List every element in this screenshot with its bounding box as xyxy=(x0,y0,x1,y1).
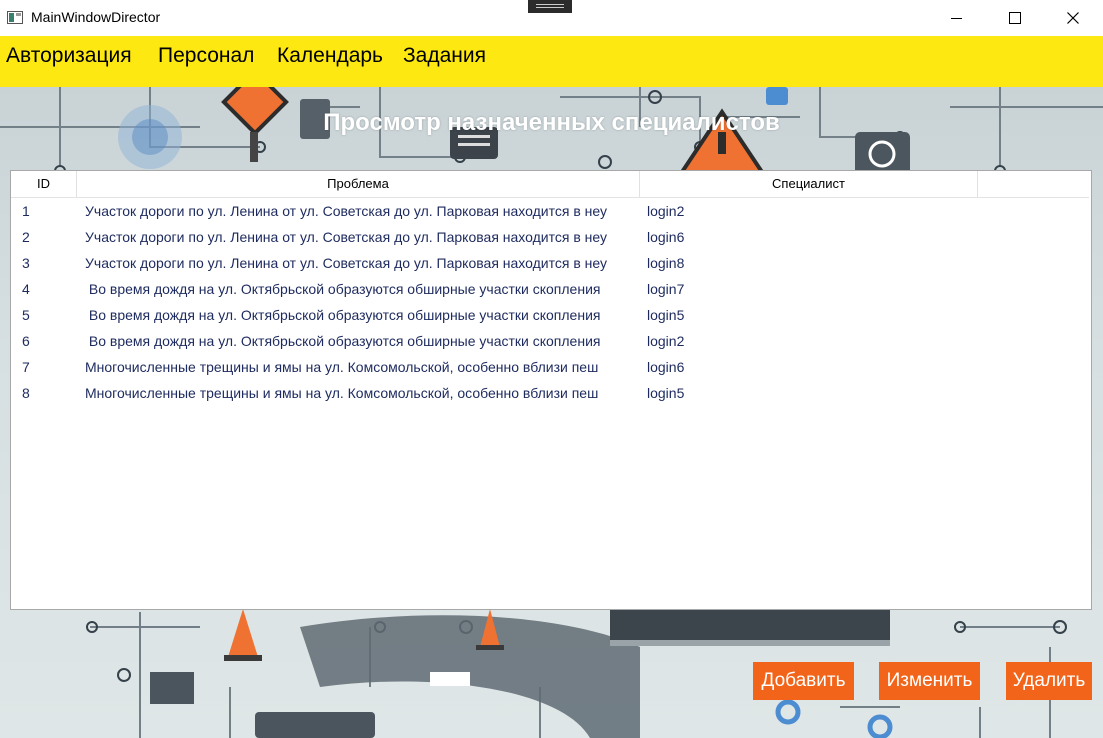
cell-problem: Многочисленные трещины и ямы на ул. Комс… xyxy=(85,385,599,401)
cell-specialist: login5 xyxy=(647,385,685,401)
cell-id: 8 xyxy=(22,385,30,401)
close-button[interactable] xyxy=(1050,0,1096,36)
table-row[interactable]: 8 Многочисленные трещины и ямы на ул. Ко… xyxy=(11,380,1087,406)
cell-id: 2 xyxy=(22,229,30,245)
column-header-id[interactable]: ID xyxy=(11,171,77,197)
table-row[interactable]: 5 Во время дождя на ул. Октябрьской обра… xyxy=(11,302,1087,328)
assignments-table[interactable]: ID Проблема Специалист 1 Участок дороги … xyxy=(10,170,1092,610)
table-row[interactable]: 2 Участок дороги по ул. Ленина от ул. Со… xyxy=(11,224,1087,250)
column-header-filler xyxy=(978,171,1089,197)
table-header: ID Проблема Специалист xyxy=(11,171,1089,198)
cell-specialist: login2 xyxy=(647,333,685,349)
cell-id: 7 xyxy=(22,359,30,375)
page-title: Просмотр назначенных специалистов xyxy=(323,109,780,136)
table-row[interactable]: 7 Многочисленные трещины и ямы на ул. Ко… xyxy=(11,354,1087,380)
app-icon xyxy=(7,11,23,24)
cell-specialist: login8 xyxy=(647,255,685,271)
menu-item-personnel[interactable]: Персонал xyxy=(158,44,254,68)
window-title: MainWindowDirector xyxy=(31,9,161,25)
cell-problem: Участок дороги по ул. Ленина от ул. Сове… xyxy=(85,203,608,219)
edit-button[interactable]: Изменить xyxy=(879,662,980,700)
menu-item-calendar[interactable]: Календарь xyxy=(277,44,383,68)
menu-item-authorization[interactable]: Авторизация xyxy=(6,44,132,68)
snap-grip-icon[interactable] xyxy=(528,0,572,13)
cell-problem: Многочисленные трещины и ямы на ул. Комс… xyxy=(85,359,599,375)
cell-specialist: login5 xyxy=(647,307,685,323)
delete-button[interactable]: Удалить xyxy=(1006,662,1092,700)
cell-problem: Участок дороги по ул. Ленина от ул. Сове… xyxy=(85,229,608,245)
cell-id: 6 xyxy=(22,333,30,349)
cell-specialist: login6 xyxy=(647,229,685,245)
table-row[interactable]: 4 Во время дождя на ул. Октябрьской обра… xyxy=(11,276,1087,302)
close-icon xyxy=(1067,12,1079,24)
cell-id: 4 xyxy=(22,281,30,297)
title-bar: MainWindowDirector xyxy=(0,0,1103,36)
cell-specialist: login7 xyxy=(647,281,685,297)
add-button[interactable]: Добавить xyxy=(753,662,854,700)
column-header-specialist[interactable]: Специалист xyxy=(640,171,978,197)
menu-bar: Авторизация Персонал Календарь Задания xyxy=(0,36,1103,87)
minimize-button[interactable] xyxy=(934,0,980,36)
cell-problem: Во время дождя на ул. Октябрьской образу… xyxy=(85,281,601,297)
maximize-button[interactable] xyxy=(992,0,1038,36)
table-row[interactable]: 3 Участок дороги по ул. Ленина от ул. Со… xyxy=(11,250,1087,276)
cell-id: 3 xyxy=(22,255,30,271)
cell-id: 5 xyxy=(22,307,30,323)
table-row[interactable]: 6 Во время дождя на ул. Октябрьской обра… xyxy=(11,328,1087,354)
menu-item-tasks[interactable]: Задания xyxy=(403,44,486,68)
table-row[interactable]: 1 Участок дороги по ул. Ленина от ул. Со… xyxy=(11,198,1087,224)
cell-specialist: login2 xyxy=(647,203,685,219)
cell-problem: Во время дождя на ул. Октябрьской образу… xyxy=(85,333,601,349)
cell-id: 1 xyxy=(22,203,30,219)
cell-specialist: login6 xyxy=(647,359,685,375)
cell-problem: Участок дороги по ул. Ленина от ул. Сове… xyxy=(85,255,608,271)
column-header-problem[interactable]: Проблема xyxy=(77,171,640,197)
cell-problem: Во время дождя на ул. Октябрьской образу… xyxy=(85,307,601,323)
